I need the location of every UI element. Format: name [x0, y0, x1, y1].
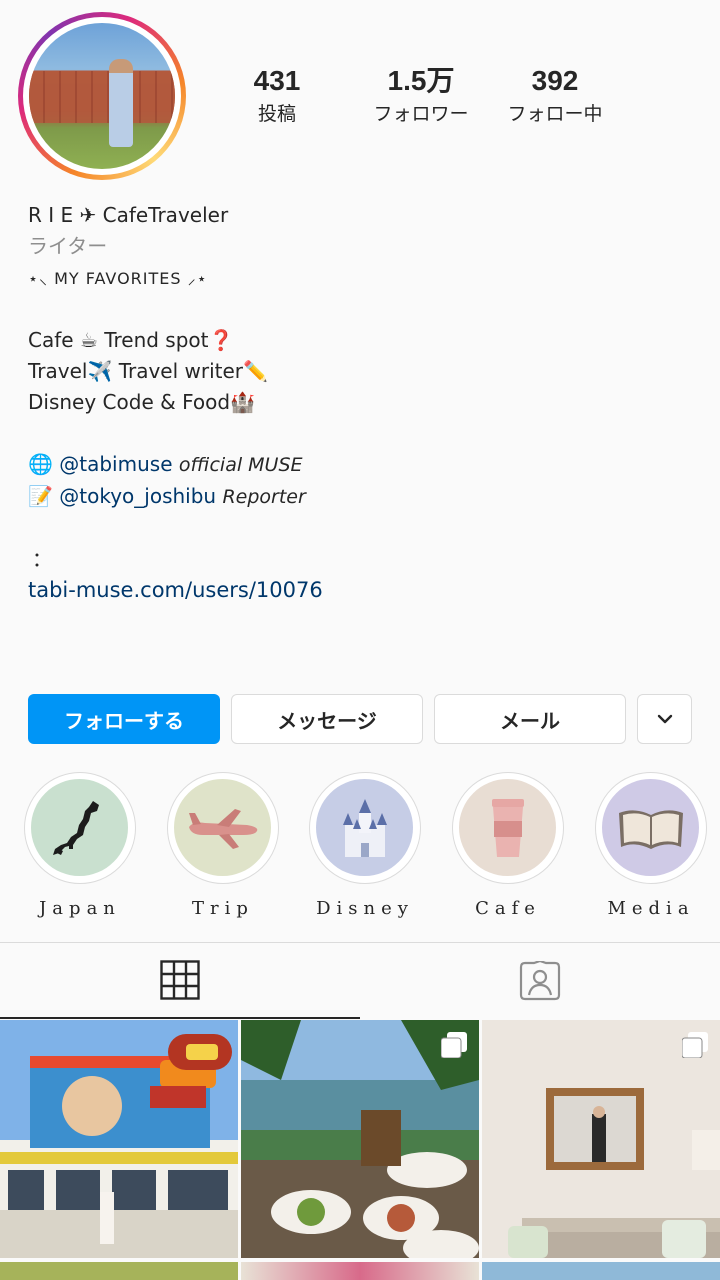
follow-button[interactable]: フォローする — [28, 694, 220, 744]
bio-line-3: Disney Code & Food🏰 — [28, 390, 255, 414]
highlight-ring — [309, 772, 421, 884]
followers-label: フォロワー — [373, 103, 469, 125]
bio-mention-1: 🌐 @tabimuse official MUSE — [28, 449, 698, 481]
bio-colon: ： — [32, 547, 52, 571]
message-button[interactable]: メッセージ — [231, 694, 423, 744]
carousel-icon — [682, 1032, 708, 1058]
highlight-label: Japan — [39, 898, 121, 919]
tagged-person-icon — [519, 961, 561, 1001]
posts-count: 431 — [253, 65, 301, 96]
post-thumbnail[interactable] — [0, 1262, 238, 1280]
airplane-icon — [188, 808, 257, 849]
highlight-japan[interactable]: Japan — [24, 772, 136, 919]
following-count: 392 — [531, 65, 579, 96]
avatar-brick-wall — [29, 71, 175, 123]
globe-icon: 🌐 — [28, 452, 53, 476]
highlight-label: Cafe — [475, 898, 541, 919]
profile-category: ライター — [28, 234, 108, 258]
bio-mention-2: 📝 @tokyo_joshibu Reporter — [28, 481, 698, 513]
post-thumbnail[interactable] — [0, 1020, 238, 1258]
suggested-accounts-button[interactable] — [637, 694, 692, 744]
profile-bio: R I E ✈ CafeTraveler ライター ⋆⸜ MY FAVORITE… — [28, 200, 698, 606]
mention-tokyo-joshibu-link[interactable]: @tokyo_joshibu — [59, 484, 216, 508]
profile-avatar[interactable] — [18, 12, 186, 180]
highlight-media[interactable]: Media — [595, 772, 707, 919]
avatar-photo — [29, 23, 175, 169]
bio-website-link[interactable]: tabi-muse.com/users/10076 — [28, 575, 698, 606]
highlight-cover — [316, 779, 413, 876]
profile-stats: 431 投稿 1.5万 フォロワー 392 フォロー中 — [230, 62, 700, 132]
highlight-ring — [24, 772, 136, 884]
highlight-disney[interactable]: Disney — [309, 772, 421, 919]
castle-icon — [342, 798, 387, 857]
stat-posts[interactable]: 431 投稿 — [207, 62, 347, 128]
mention-1-role: official MUSE — [178, 454, 303, 476]
posts-label: 投稿 — [257, 103, 296, 125]
profile-name: R I E ✈ CafeTraveler — [28, 203, 229, 227]
post-thumbnail[interactable] — [482, 1020, 720, 1258]
highlight-cafe[interactable]: Cafe — [452, 772, 564, 919]
following-label: フォロー中 — [507, 103, 603, 125]
highlight-ring — [595, 772, 707, 884]
highlight-cover — [459, 779, 556, 876]
stat-following[interactable]: 392 フォロー中 — [485, 62, 625, 128]
tab-posts-grid[interactable] — [0, 943, 360, 1019]
followers-count: 1.5万 — [387, 65, 455, 96]
email-button[interactable]: メール — [434, 694, 626, 744]
post-photo-restaurant — [0, 1020, 238, 1258]
stat-followers[interactable]: 1.5万 フォロワー — [346, 62, 496, 128]
book-icon — [618, 809, 683, 849]
highlight-ring — [452, 772, 564, 884]
posts-grid — [0, 1020, 720, 1280]
highlight-label: Media — [607, 898, 695, 919]
post-thumbnail[interactable] — [241, 1262, 479, 1280]
post-thumbnail[interactable] — [482, 1262, 720, 1280]
bio-line-1: Cafe ☕ Trend spot❓ — [28, 328, 234, 352]
profile-tabs — [0, 942, 720, 1020]
highlight-trip[interactable]: Trip — [167, 772, 279, 919]
mention-tabimuse-link[interactable]: @tabimuse — [59, 452, 172, 476]
carousel-icon — [441, 1032, 467, 1058]
highlight-label: Disney — [316, 898, 414, 919]
avatar-border — [23, 17, 181, 175]
highlight-label: Trip — [192, 898, 254, 919]
post-thumbnail[interactable] — [241, 1020, 479, 1258]
grid-icon — [160, 960, 200, 1000]
mention-2-role: Reporter — [222, 486, 306, 508]
memo-icon: 📝 — [28, 484, 53, 508]
coffee-cup-icon — [491, 798, 524, 857]
bio-line-2: Travel✈️ Travel writer✏️ — [28, 359, 268, 383]
highlight-cover — [174, 779, 271, 876]
highlight-cover — [31, 779, 128, 876]
highlight-ring — [167, 772, 279, 884]
tab-tagged[interactable] — [360, 943, 720, 1019]
japan-map-icon — [52, 800, 99, 855]
bio-favorites: ⋆⸜ MY FAVORITES ⸝⋆ — [28, 269, 208, 288]
highlight-cover — [602, 779, 699, 876]
avatar-person — [109, 59, 133, 147]
chevron-down-icon — [657, 714, 672, 724]
